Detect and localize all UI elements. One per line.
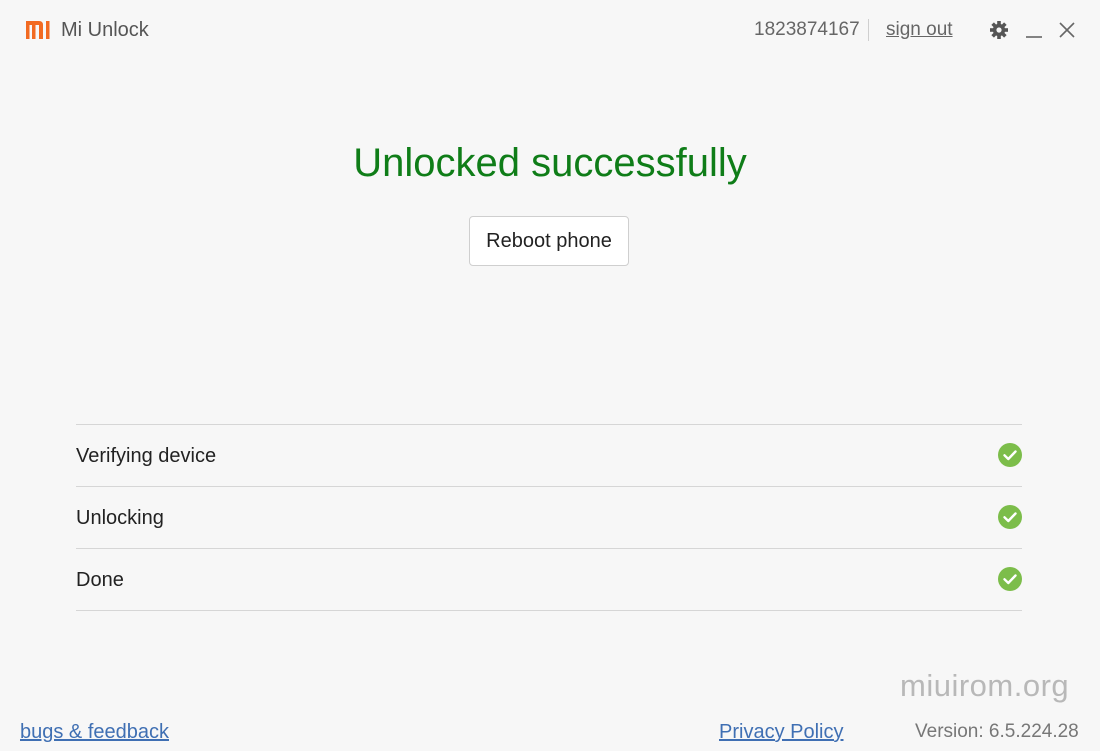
account-id: 1823874167: [754, 19, 860, 40]
check-circle-icon: [998, 567, 1022, 591]
bugs-feedback-link[interactable]: bugs & feedback: [20, 720, 169, 744]
minimize-icon[interactable]: [1023, 18, 1045, 42]
status-headline: Unlocked successfully: [353, 141, 747, 185]
reboot-phone-button[interactable]: Reboot phone: [469, 216, 629, 266]
app-title: Mi Unlock: [61, 19, 149, 41]
step-label: Unlocking: [76, 507, 164, 529]
sign-out-link[interactable]: sign out: [886, 18, 953, 42]
settings-gear-icon[interactable]: [988, 18, 1010, 42]
privacy-policy-link[interactable]: Privacy Policy: [719, 720, 843, 744]
step-row: Unlocking: [76, 487, 1022, 549]
progress-steps: Verifying device Unlocking Done: [76, 424, 1022, 611]
title-bar: Mi Unlock 1823874167 sign out: [0, 0, 1100, 62]
header-divider: [868, 19, 869, 41]
mi-logo-icon: [26, 21, 50, 39]
step-row: Done: [76, 549, 1022, 611]
step-label: Verifying device: [76, 445, 217, 467]
check-circle-icon: [998, 505, 1022, 529]
step-row: Verifying device: [76, 425, 1022, 487]
close-icon[interactable]: [1056, 18, 1078, 42]
check-circle-icon: [998, 443, 1022, 467]
watermark-text: miuirom.org: [900, 668, 1070, 703]
step-label: Done: [76, 569, 124, 591]
version-label: Version: 6.5.224.28: [915, 721, 1079, 742]
